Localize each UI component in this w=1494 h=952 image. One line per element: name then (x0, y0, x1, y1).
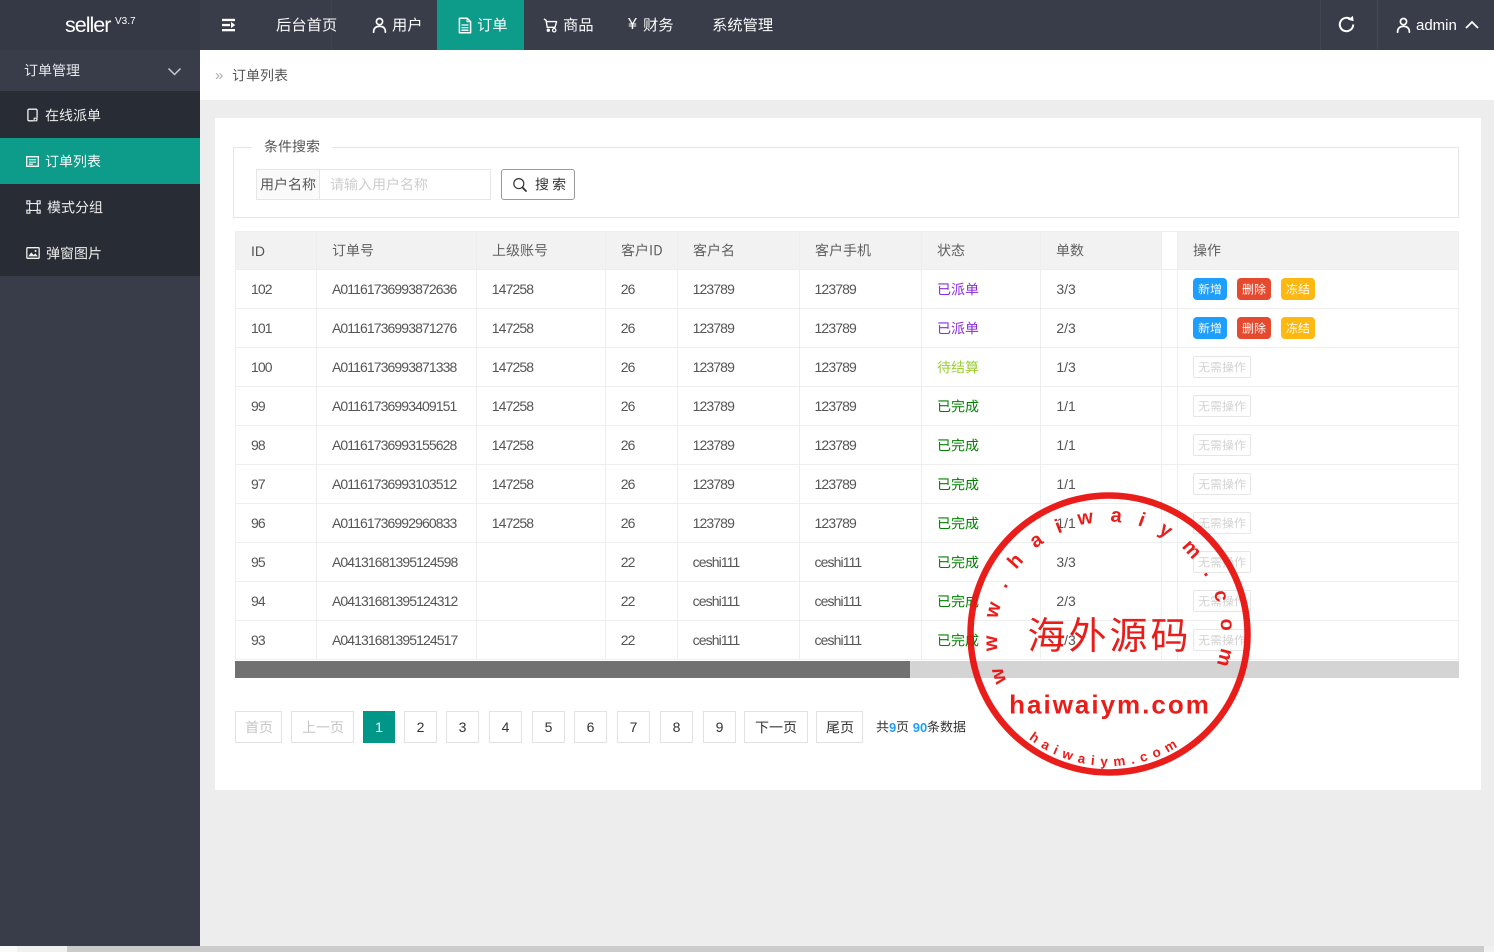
svg-text:haiwaiym.com: haiwaiym.com (1009, 690, 1211, 720)
